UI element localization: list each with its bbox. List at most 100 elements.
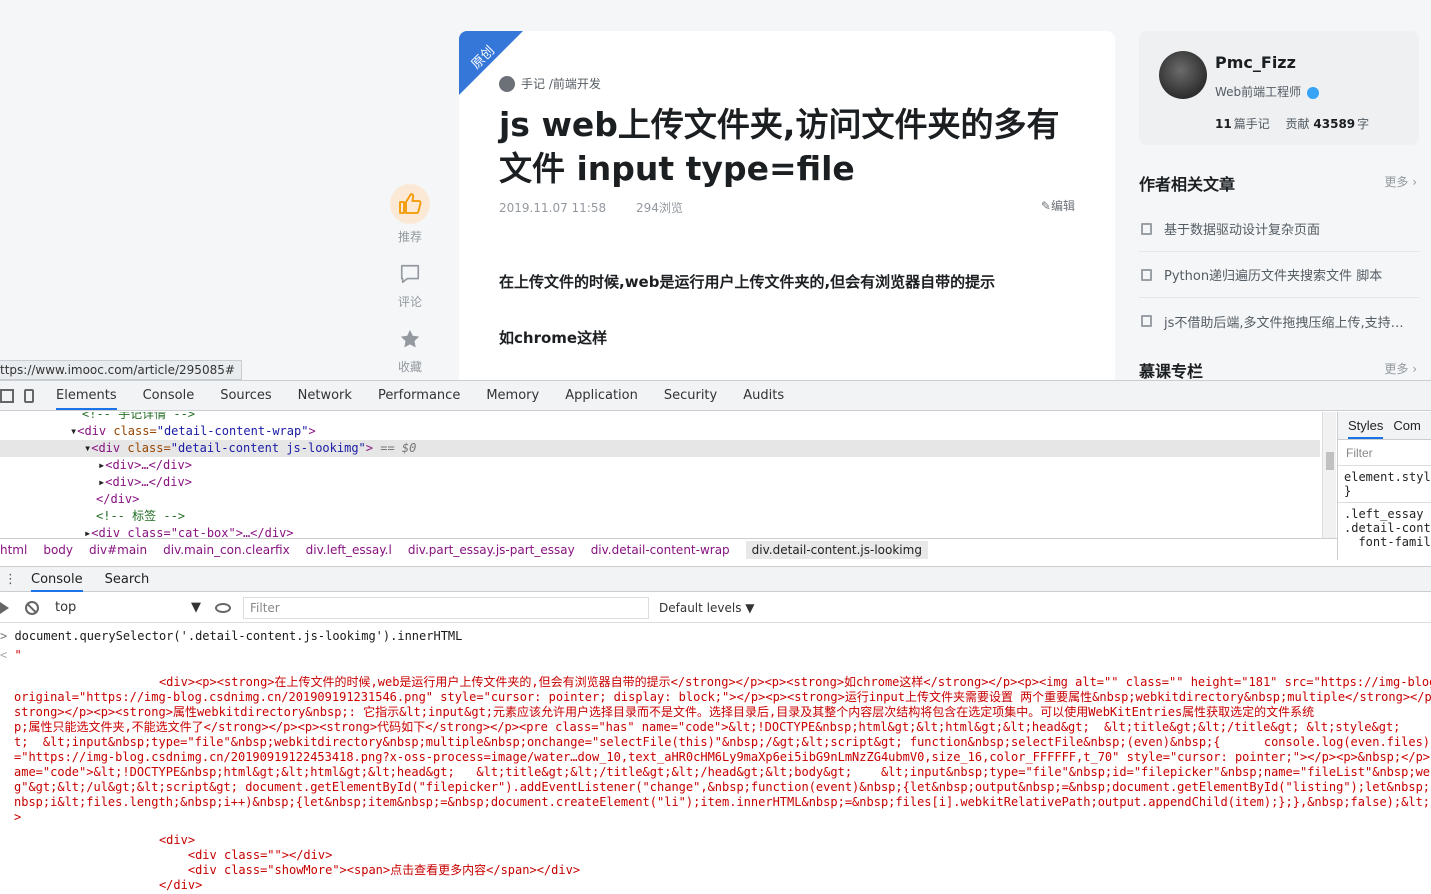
dom-tree-scrollbar[interactable] [1322,412,1336,538]
console-result-line: </div> [0,878,203,892]
category-icon [499,75,515,92]
breadcrumb-item[interactable]: div.part_essay.js-part_essay [408,543,575,557]
screen: 推荐 评论 收藏 原创 手记 /前端开发 js web上传文件夹,访问文件夹的多… [0,0,1431,894]
web-page: 推荐 评论 收藏 原创 手记 /前端开发 js web上传文件夹,访问文件夹的多… [0,0,1431,380]
styles-filter-input[interactable]: Filter [1338,440,1431,466]
column-heading: 慕课专栏 更多 › [1139,360,1417,380]
dom-node-selected[interactable]: ▾<div class="detail-content js-lookimg">… [0,440,1320,457]
edit-button[interactable]: ✎编辑 [1041,197,1075,214]
avatar[interactable] [1159,51,1207,99]
article-paragraph: 在上传文件的时候,web是运行用户上传文件夹的,但会有浏览器自带的提示 [499,273,996,291]
dom-node[interactable]: </div> [0,491,1320,508]
tab-memory[interactable]: Memory [486,388,539,403]
console-result-line: g"&gt;&lt;/ul&gt;&lt;script&gt; document… [14,780,1431,794]
scrollbar-thumb[interactable] [1326,452,1334,470]
breadcrumb-text[interactable]: 手记 /前端开发 [521,75,601,92]
comment-button[interactable]: 评论 [386,259,434,310]
breadcrumb-item[interactable]: div.main_con.clearfix [163,543,290,557]
clear-console-icon[interactable] [25,600,39,615]
article-meta: 2019.11.07 11:58 294浏览 [499,199,709,216]
list-item[interactable]: js不借助后端,多文件拖拽压缩上传,支持… [1139,298,1419,344]
tab-audits[interactable]: Audits [743,388,784,403]
chevron-down-icon: ▼ [191,600,201,615]
tab-sources[interactable]: Sources [220,388,271,403]
prompt-icon: > [0,629,15,643]
expand-arrow-icon[interactable]: ▾ [0,424,77,438]
sidebar-toggle-icon[interactable] [0,601,9,614]
article-card: 原创 手记 /前端开发 js web上传文件夹,访问文件夹的多有文件 input… [459,31,1115,380]
tab-styles[interactable]: Styles [1348,418,1384,439]
dom-node[interactable]: ▸<div class="cat-box">…</div> [0,525,1320,538]
author-card: Pmc_Fizz Web前端工程师 11 篇手记 贡献 43589 字 [1139,31,1419,145]
tab-drawer-search[interactable]: Search [105,572,150,587]
console-result-line[interactable]: < " [0,648,1431,663]
tab-drawer-console[interactable]: Console [31,572,83,592]
tab-security[interactable]: Security [664,388,717,403]
article-breadcrumb[interactable]: 手记 /前端开发 [499,75,601,92]
collect-button[interactable]: 收藏 [386,324,434,375]
context-select[interactable]: top ▼ [55,600,201,615]
inspect-element-icon[interactable] [0,388,14,403]
comment-label: 评论 [397,295,422,309]
dom-node[interactable]: ▸<div>…</div> [0,474,1320,491]
dom-node[interactable]: ▸<div>…</div> [0,457,1320,474]
more-menu-icon[interactable]: ⋮ [4,572,17,587]
author-name[interactable]: Pmc_Fizz [1215,53,1296,72]
dom-node[interactable]: ▾<div class="detail-content-wrap"> [0,423,1320,440]
console-toolbar: top ▼ Filter Default levels ▼ [0,593,1431,623]
style-rule[interactable]: element.style { } [1338,466,1431,503]
breadcrumb-item[interactable]: html [0,543,27,557]
status-bar-url: ttps://www.imooc.com/article/295085# [0,360,242,380]
more-link[interactable]: 更多 › [1384,173,1417,190]
drawer-tabbar: ⋮ Console Search [0,566,1431,592]
collapse-arrow-icon[interactable]: ▸ [0,458,105,472]
dom-node[interactable]: <!-- 手记详情 --> [0,412,1320,423]
console-result-line: <div> [0,833,196,847]
console-filter-input[interactable]: Filter [243,596,649,619]
tab-computed[interactable]: Com [1393,418,1420,433]
related-articles-heading: 作者相关文章 更多 › [1139,173,1417,194]
edit-label: 编辑 [1050,199,1075,213]
collapse-arrow-icon[interactable]: ▸ [0,475,105,489]
breadcrumb-item-current[interactable]: div.detail-content.js-lookimg [745,540,928,559]
style-rule[interactable]: .left_essay .detail-conte font-famil [1338,503,1431,553]
dom-breadcrumbs: html body div#main div.main_con.clearfix… [0,538,1337,560]
list-item[interactable]: 基于数据驱动设计复杂页面 [1139,206,1419,252]
devtools-tabbar: Elements Console Sources Network Perform… [0,381,1431,411]
device-toolbar-icon[interactable] [24,388,34,403]
recommend-button[interactable]: 推荐 [386,184,434,245]
expand-arrow-icon[interactable]: ▾ [0,441,91,455]
collect-label: 收藏 [397,360,422,374]
pencil-icon: ✎ [1040,199,1051,213]
tab-network[interactable]: Network [298,388,352,403]
styles-tabbar: Styles Com [1338,412,1431,440]
breadcrumb-item[interactable]: body [43,543,73,557]
breadcrumb-item[interactable]: div.detail-content-wrap [591,543,730,557]
article-action-bar: 推荐 评论 收藏 [386,184,434,380]
breadcrumb-item[interactable]: div.left_essay.l [306,543,392,557]
tab-console[interactable]: Console [143,388,195,403]
console-input-line[interactable]: > document.querySelector('.detail-conten… [0,629,1431,644]
document-icon [1141,315,1152,327]
breadcrumb-item[interactable]: div#main [89,543,147,557]
console-result-line: t; &lt;input&nbsp;type="file"&nbsp;webki… [14,735,1431,749]
console-result-line: <div class="showMore"><span>点击查看更多内容</sp… [0,863,581,877]
document-icon [1141,222,1152,235]
list-item[interactable]: Python递归遍历文件夹搜索文件 脚本 [1139,252,1419,298]
more-link[interactable]: 更多 › [1384,360,1417,377]
collapse-arrow-icon[interactable]: ▸ [0,526,91,538]
console-result-line: p;属性只能选文件夹,不能选文件了</strong></p><p><strong… [14,720,1401,734]
comment-icon [390,259,430,289]
tab-performance[interactable]: Performance [378,388,460,403]
publish-date: 2019.11.07 11:58 [499,201,607,215]
console-result-line: ="https://img-blog.csdnimg.cn/2019091912… [14,750,1431,764]
log-levels-select[interactable]: Default levels ▼ [659,601,755,615]
tab-elements[interactable]: Elements [56,388,117,410]
console-result-line: > [14,810,22,824]
eye-icon[interactable] [215,602,231,613]
dom-node[interactable]: <!-- 标签 --> [0,508,1320,525]
console-output: > document.querySelector('.detail-conten… [0,623,1431,894]
tab-application[interactable]: Application [565,388,638,403]
styles-pane: Styles Com Filter element.style { } .lef… [1337,412,1431,560]
document-icon [1141,268,1152,281]
